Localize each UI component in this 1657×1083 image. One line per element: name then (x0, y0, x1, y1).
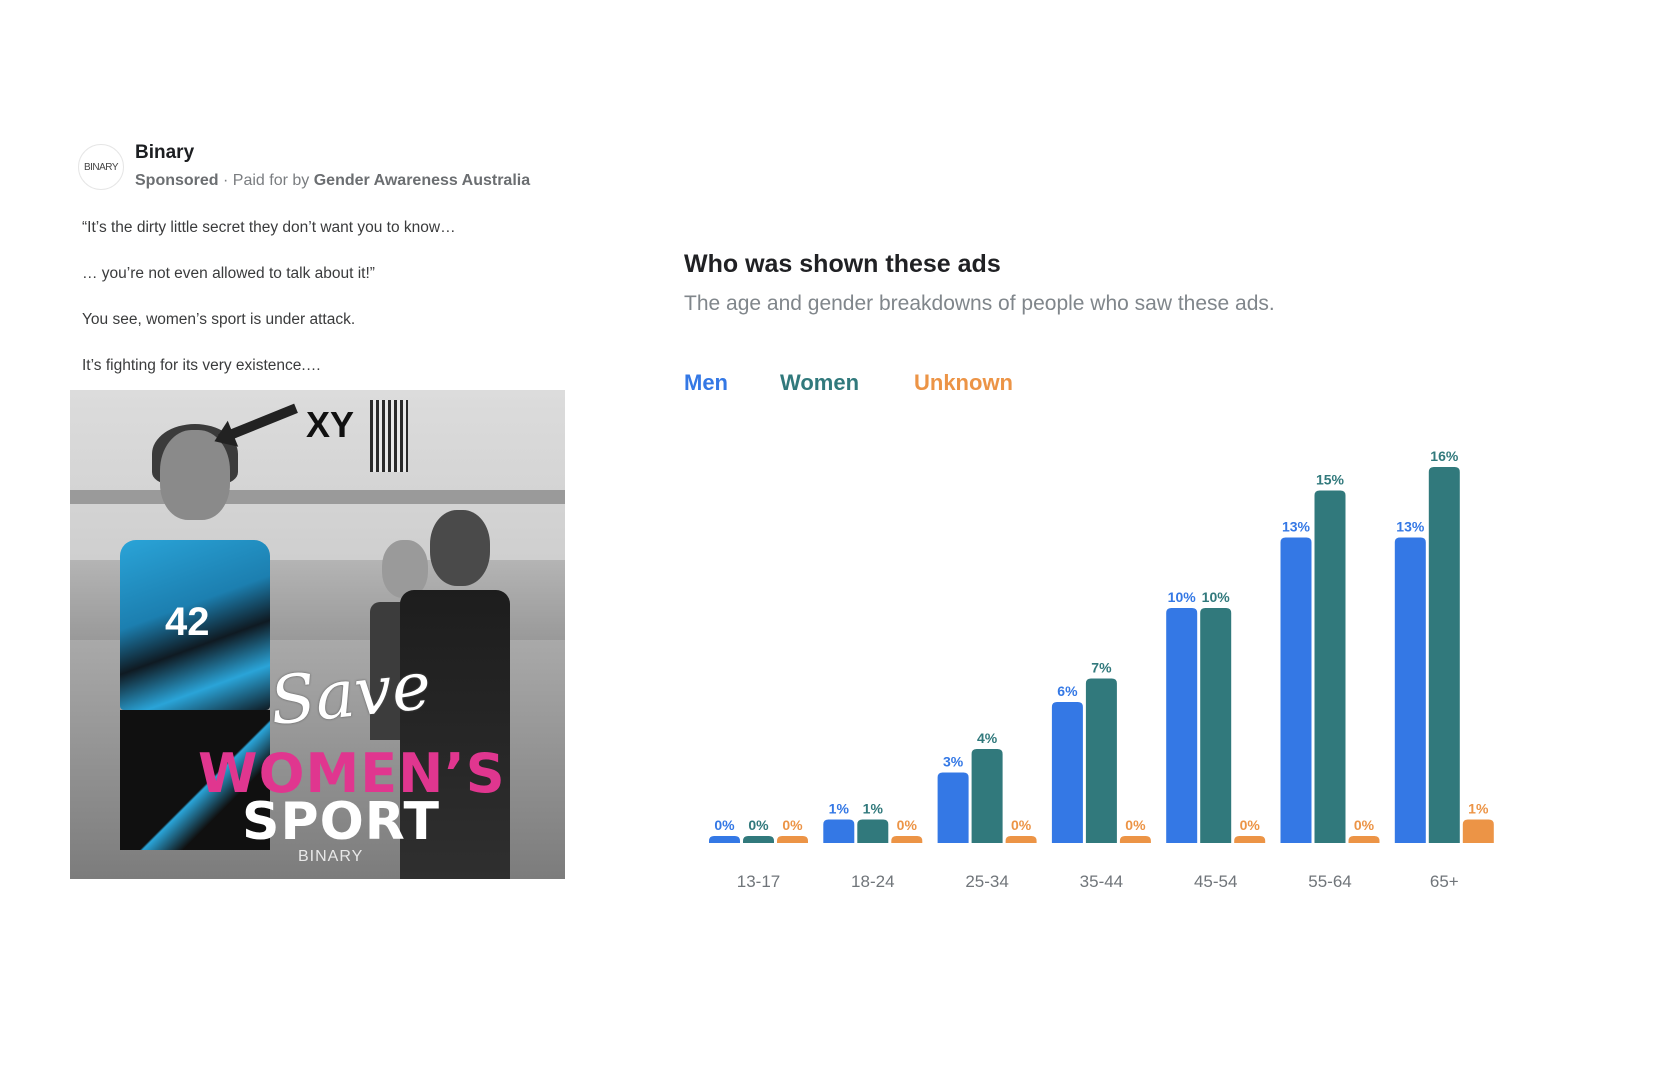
bar-value-label: 1% (829, 801, 850, 817)
bar-women-55-64[interactable] (1314, 490, 1346, 844)
bar-women-13-17[interactable] (743, 836, 774, 843)
bar-unknown-65+[interactable] (1462, 819, 1494, 844)
bar-men-45-54[interactable] (1166, 608, 1198, 843)
advertiser-logo[interactable]: BINARY (78, 144, 124, 190)
bar-group-18-24: 1% 1% 0% (823, 801, 923, 844)
bar-value-label: 0% (1240, 817, 1261, 833)
ad-header: BINARY Binary Sponsored · Paid for by Ge… (70, 140, 570, 196)
bar-women-45-54[interactable] (1200, 608, 1232, 843)
bar-value-label: 10% (1168, 589, 1197, 605)
bar-men-35-44[interactable] (1051, 702, 1083, 843)
panel-subtitle: The age and gender breakdowns of people … (684, 292, 1275, 315)
bar-men-25-34[interactable] (937, 772, 969, 844)
bar-value-label: 1% (863, 801, 884, 817)
flag-graphic (370, 400, 408, 472)
bar-women-18-24[interactable] (857, 819, 889, 844)
bar-women-65+[interactable] (1428, 467, 1460, 843)
bar-group-65+: 13% 16% 1% (1394, 448, 1494, 844)
xy-annotation: XY (306, 404, 355, 445)
bar-value-label: 16% (1430, 448, 1459, 464)
bar-value-label: 0% (714, 817, 735, 833)
bar-group-55-64: 13% 15% 0% (1280, 472, 1380, 844)
bar-men-13-17[interactable] (709, 836, 740, 843)
bar-value-label: 6% (1057, 683, 1078, 699)
ad-body-line: “It’s the dirty little secret they don’t… (82, 219, 456, 236)
bar-value-label: 10% (1202, 589, 1231, 605)
bar-value-label: 0% (1354, 817, 1375, 833)
legend-women[interactable]: Women (780, 370, 859, 396)
bar-unknown-35-44[interactable] (1119, 836, 1151, 843)
bar-value-label: 4% (977, 730, 998, 746)
ad-image[interactable]: 42 XY Save WOMEN’S SPORT BINARY (70, 390, 565, 879)
bar-unknown-55-64[interactable] (1348, 836, 1380, 843)
jersey-number: 42 (165, 600, 210, 644)
bar-group-25-34: 3% 4% 0% (937, 730, 1037, 844)
bar-unknown-25-34[interactable] (1005, 836, 1037, 843)
x-tick-label: 45-54 (1194, 872, 1237, 891)
watermark: BINARY (298, 848, 364, 865)
legend-men[interactable]: Men (684, 370, 728, 396)
sponsored-label: Sponsored (135, 172, 219, 189)
bar-value-label: 3% (943, 754, 964, 770)
x-tick-label: 13-17 (737, 872, 780, 891)
bar-value-label: 13% (1396, 519, 1425, 535)
x-tick-label: 25-34 (965, 872, 1008, 891)
ad-body-text: “It’s the dirty little secret they don’t… (82, 218, 562, 402)
bar-group-35-44: 6% 7% 0% (1051, 660, 1151, 844)
bar-value-label: 15% (1316, 472, 1345, 488)
bar-men-65+[interactable] (1394, 537, 1426, 844)
bar-men-55-64[interactable] (1280, 537, 1312, 844)
ad-body-line: It’s fighting for its very existence.… (82, 357, 322, 374)
ad-body-line: You see, women’s sport is under attack. (82, 311, 356, 328)
bar-value-label: 0% (782, 817, 803, 833)
bar-value-label: 7% (1091, 660, 1112, 676)
paid-for-prefix: Paid for by (232, 172, 314, 189)
bar-unknown-18-24[interactable] (891, 836, 923, 843)
bar-value-label: 1% (1468, 801, 1489, 817)
bar-men-18-24[interactable] (823, 819, 855, 844)
x-tick-label: 65+ (1430, 872, 1459, 891)
headline-sport: SPORT (242, 792, 440, 852)
panel-title: Who was shown these ads (684, 250, 1001, 278)
bar-unknown-13-17[interactable] (777, 836, 808, 843)
ad-meta: Sponsored · Paid for by Gender Awareness… (135, 172, 530, 190)
ad-body-line: … you’re not even allowed to talk about … (82, 265, 375, 282)
ad-card: BINARY Binary Sponsored · Paid for by Ge… (70, 140, 570, 879)
x-tick-label: 18-24 (851, 872, 894, 891)
bar-value-label: 0% (748, 817, 769, 833)
x-tick-label: 35-44 (1080, 872, 1123, 891)
bar-women-35-44[interactable] (1085, 678, 1117, 844)
paid-for-by[interactable]: Gender Awareness Australia (314, 172, 530, 189)
bar-group-45-54: 10% 10% 0% (1166, 589, 1266, 843)
x-tick-label: 55-64 (1308, 872, 1351, 891)
bar-value-label: 0% (897, 817, 918, 833)
bar-women-25-34[interactable] (971, 749, 1003, 843)
bar-unknown-45-54[interactable] (1234, 836, 1266, 843)
bar-value-label: 0% (1011, 817, 1032, 833)
legend-unknown[interactable]: Unknown (914, 370, 1013, 396)
advertiser-name[interactable]: Binary (135, 142, 194, 164)
meta-separator: · (218, 172, 233, 189)
bar-value-label: 0% (1125, 817, 1146, 833)
bar-group-13-17: 0% 0% 0% (709, 817, 808, 843)
bar-value-label: 13% (1282, 519, 1311, 535)
